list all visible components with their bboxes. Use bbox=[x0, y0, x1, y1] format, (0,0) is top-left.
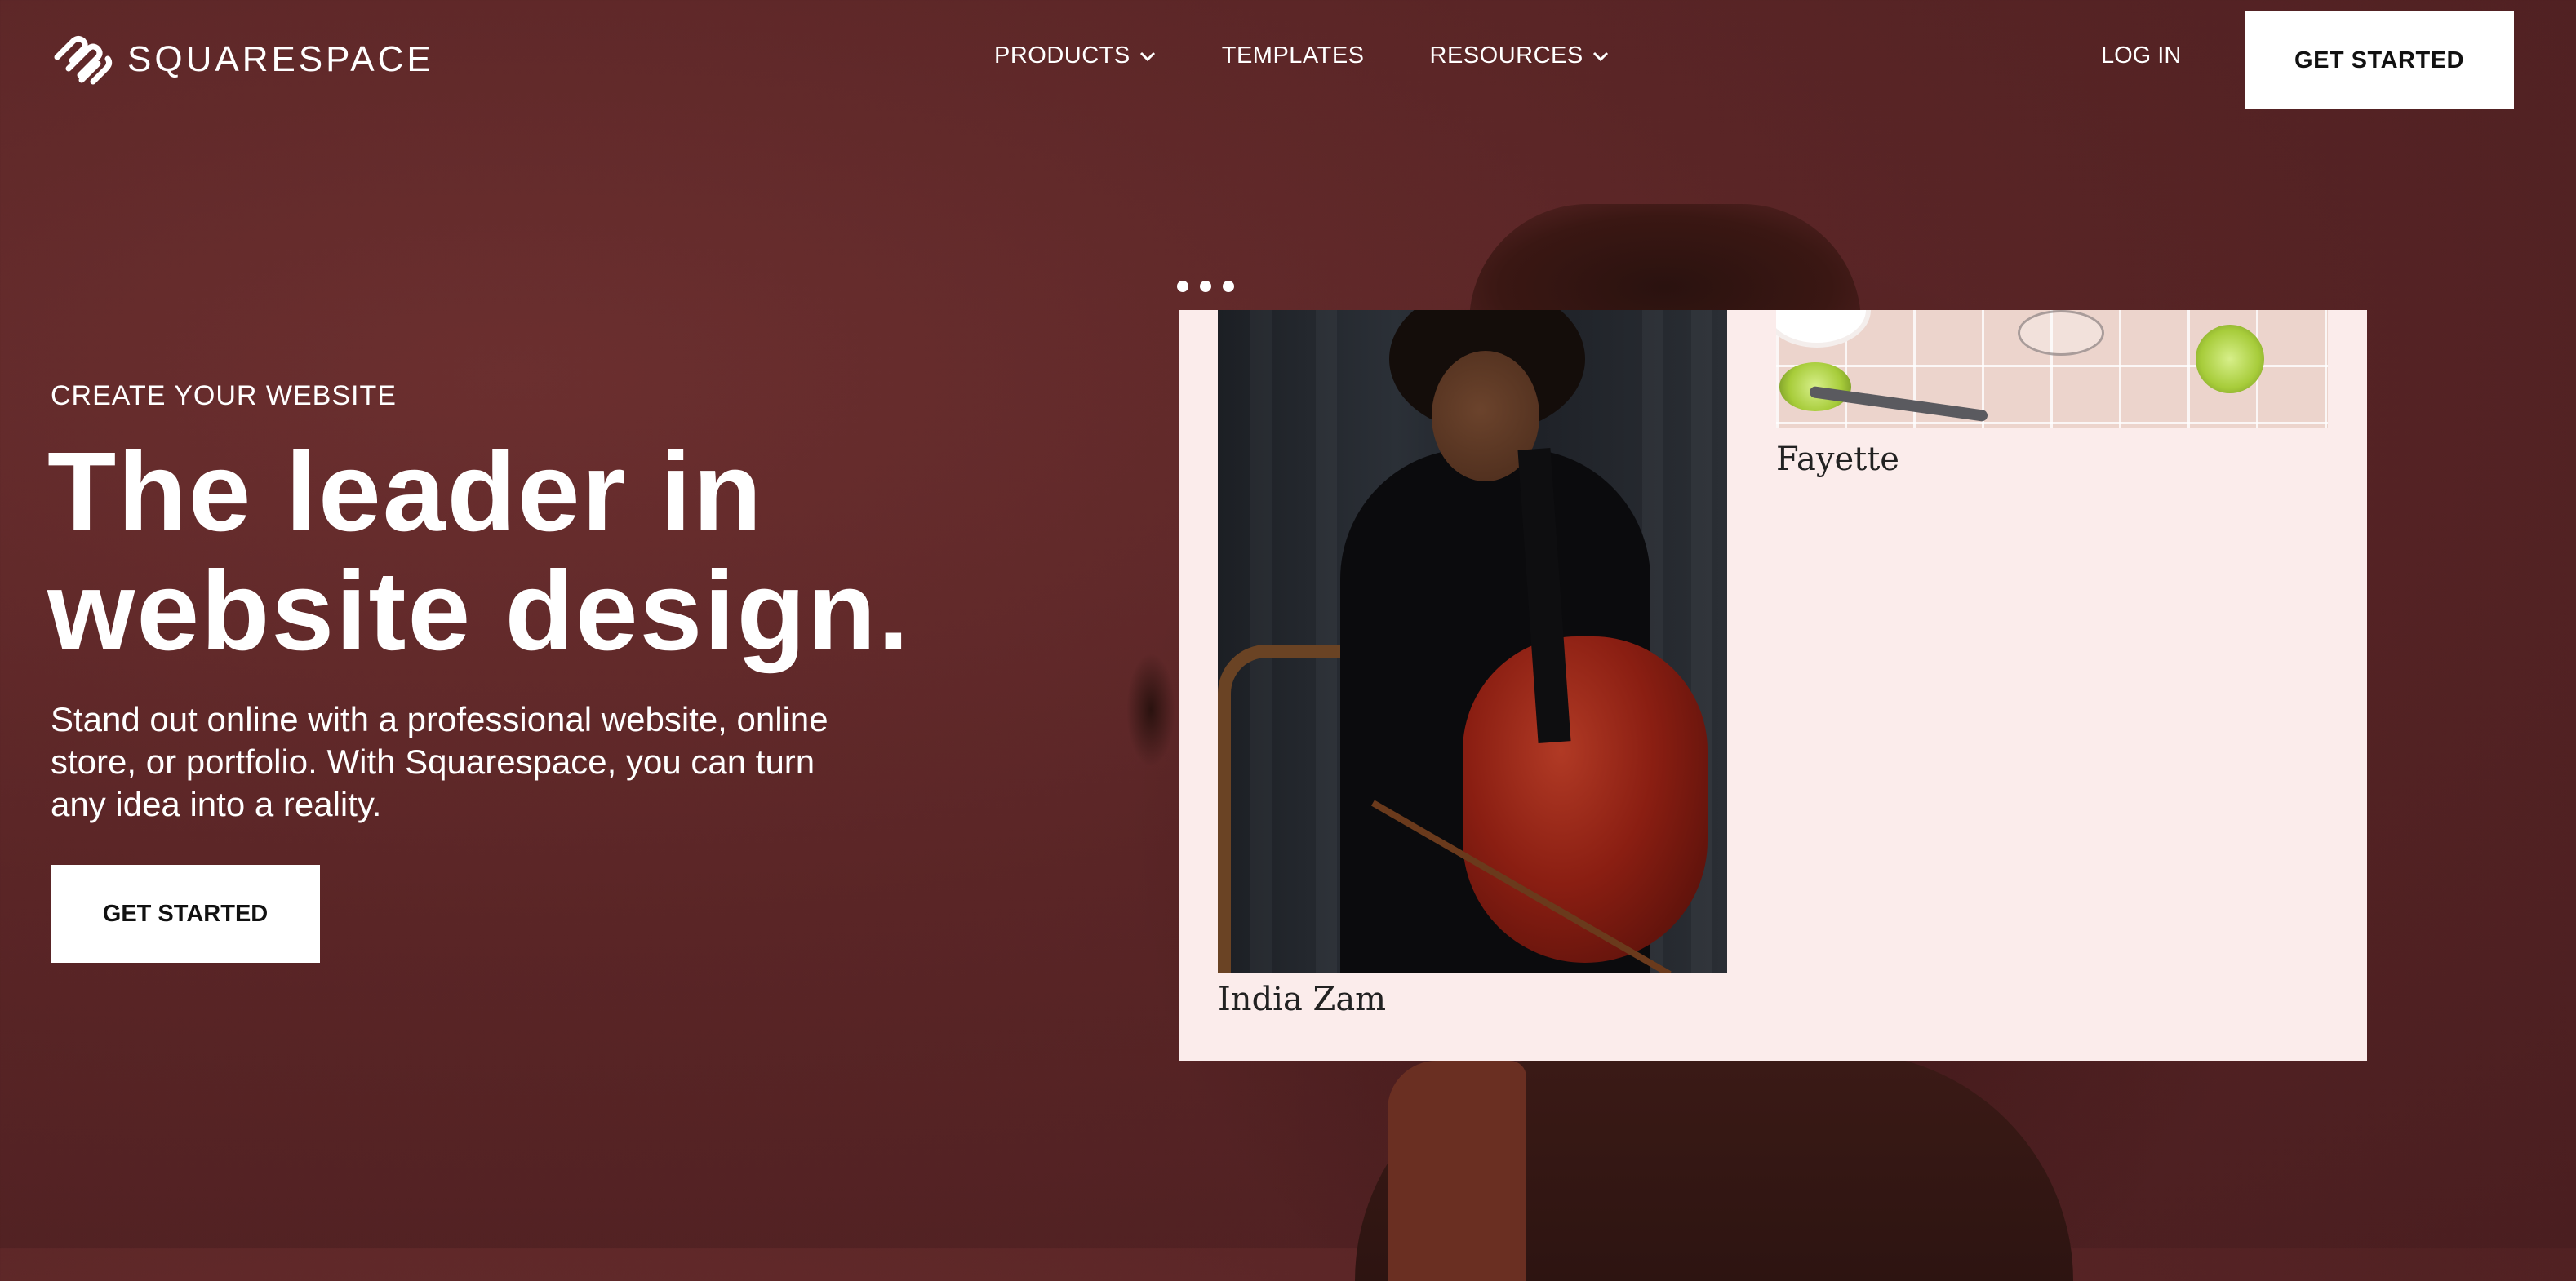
hero-headline: The leader in website design. bbox=[47, 432, 911, 671]
plate bbox=[1776, 310, 1866, 343]
get-started-button[interactable]: GET STARTED bbox=[2245, 11, 2514, 109]
nav-item-label: RESOURCES bbox=[1429, 42, 1583, 69]
browser-window-dots bbox=[1177, 281, 1234, 292]
nav-item-products[interactable]: PRODUCTS bbox=[994, 42, 1157, 69]
brand-logo[interactable]: SQUARESPACE bbox=[51, 33, 434, 86]
brand-name: SQUARESPACE bbox=[127, 39, 434, 79]
hero-subtext: Stand out online with a professional web… bbox=[51, 700, 828, 823]
hero-headline-line-2: website design. bbox=[47, 548, 911, 674]
nav-item-label: TEMPLATES bbox=[1221, 42, 1365, 69]
hero-background-figure-detail bbox=[1126, 653, 1175, 767]
template-card-title[interactable]: India Zam bbox=[1218, 981, 1386, 1018]
nav-item-label: PRODUCTS bbox=[994, 42, 1130, 69]
template-card-image-table[interactable] bbox=[1776, 310, 2328, 428]
hero-get-started-button[interactable]: GET STARTED bbox=[51, 865, 320, 963]
wine-glass bbox=[2018, 310, 2104, 356]
main-menu: PRODUCTS TEMPLATES RESOURCES bbox=[994, 42, 1610, 69]
hero-eyebrow: CREATE YOUR WEBSITE bbox=[51, 380, 397, 411]
cello bbox=[1463, 636, 1708, 963]
window-dot bbox=[1200, 281, 1211, 292]
chair bbox=[1218, 645, 1353, 973]
hero-background-figure-shoulder bbox=[1355, 1053, 2073, 1281]
squarespace-logo-icon bbox=[54, 36, 113, 85]
window-dot bbox=[1177, 281, 1188, 292]
nav-item-resources[interactable]: RESOURCES bbox=[1430, 42, 1610, 69]
hero-headline-line-1: The leader in bbox=[47, 429, 764, 555]
window-dot bbox=[1223, 281, 1234, 292]
nav-item-templates[interactable]: TEMPLATES bbox=[1222, 42, 1365, 69]
top-navigation: SQUARESPACE PRODUCTS TEMPLATES RESOURCES… bbox=[0, 0, 2576, 122]
chevron-down-icon bbox=[1139, 51, 1155, 61]
website-preview-mockup: India Zam Fayette bbox=[1179, 310, 2367, 1061]
chevron-down-icon bbox=[1592, 51, 1608, 61]
template-card-image-cellist[interactable] bbox=[1218, 310, 1727, 973]
lime-half bbox=[2196, 325, 2264, 393]
template-card-title[interactable]: Fayette bbox=[1776, 441, 1899, 478]
login-link[interactable]: LOG IN bbox=[2101, 42, 2181, 69]
